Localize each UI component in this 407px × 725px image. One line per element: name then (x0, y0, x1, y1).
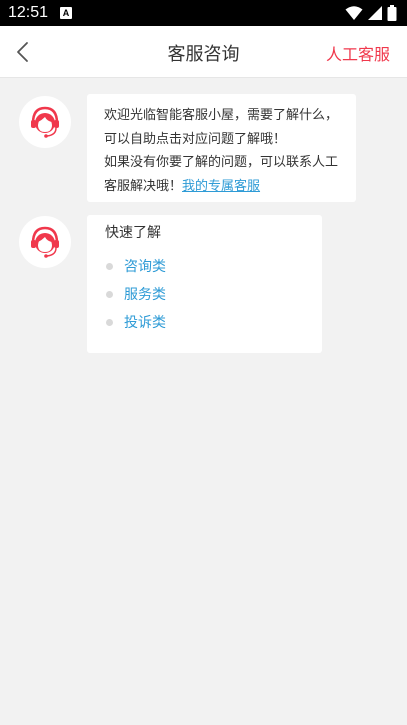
notification-icon: A (60, 7, 73, 19)
wifi-icon (345, 6, 363, 20)
signal-icon (368, 6, 382, 20)
question-label: 服务类 (124, 287, 166, 303)
status-time: 12:51 (8, 4, 49, 21)
message-line: 客服解决哦！ (104, 178, 183, 194)
agent-avatar (19, 96, 71, 148)
status-icons (345, 5, 397, 21)
welcome-message: 欢迎光临智能客服小屋，需要了解什么， 可以自助点击对应问题了解哦！ 如果没有你要… (87, 94, 356, 202)
my-service-link[interactable]: 我的专属客服 (182, 179, 260, 194)
question-label: 投诉类 (124, 315, 166, 331)
question-item-complaint[interactable]: 投诉类 (105, 308, 304, 336)
question-item-service[interactable]: 服务类 (105, 280, 304, 308)
customer-service-icon (31, 106, 59, 138)
agent-avatar (19, 216, 71, 268)
message-line: 可以自助点击对应问题了解哦！ (104, 131, 287, 147)
battery-icon (387, 5, 397, 21)
message-line: 欢迎光临智能客服小屋，需要了解什么， (104, 108, 339, 123)
message-line: 如果没有你要了解的问题，可以联系人工 (104, 155, 339, 170)
question-list: 咨询类 服务类 投诉类 (105, 252, 304, 336)
status-bar: 12:51 A (0, 0, 407, 26)
customer-service-icon (31, 226, 59, 258)
quick-questions-message: 快速了解 咨询类 服务类 投诉类 (87, 215, 322, 353)
question-label: 咨询类 (124, 259, 166, 275)
bullet-dot (106, 262, 113, 270)
nav-bar: 客服咨询 人工客服 (0, 26, 407, 78)
bullet-dot (106, 290, 113, 298)
human-service-button[interactable]: 人工客服 (326, 41, 390, 65)
question-item-consult[interactable]: 咨询类 (105, 252, 304, 280)
quick-questions-title: 快速了解 (105, 225, 161, 241)
bullet-dot (106, 318, 113, 326)
